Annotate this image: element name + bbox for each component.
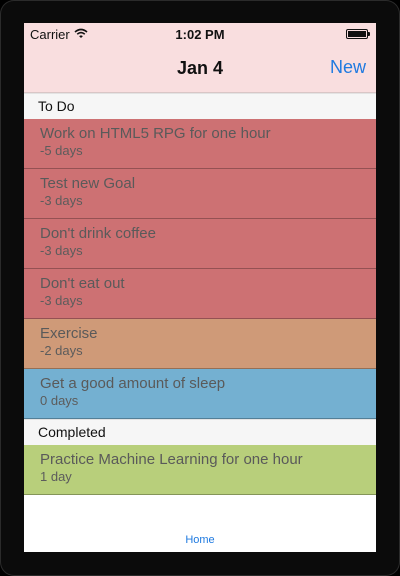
- tab-bar: Home: [24, 528, 376, 552]
- list-item-title: Exercise: [40, 325, 98, 342]
- list-item[interactable]: Practice Machine Learning for one hour 1 …: [24, 445, 376, 495]
- list-item-subtitle: 1 day: [40, 469, 72, 484]
- status-time: 1:02 PM: [175, 27, 225, 42]
- status-bar: Carrier 1:02 PM: [24, 23, 376, 45]
- section-header: To Do: [24, 93, 376, 119]
- list-item[interactable]: Test new Goal -3 days: [24, 169, 376, 219]
- page-title: Jan 4: [176, 58, 224, 78]
- list-item-subtitle: -2 days: [40, 343, 83, 358]
- list-item[interactable]: Work on HTML5 RPG for one hour -5 days: [24, 119, 376, 169]
- navigation-bar: Jan 4 New: [24, 45, 376, 93]
- battery-level: [348, 31, 366, 37]
- list-item-subtitle: -5 days: [40, 143, 83, 158]
- list-item[interactable]: Exercise -2 days: [24, 319, 376, 369]
- list-item-title: Test new Goal: [40, 175, 136, 192]
- list-item-subtitle: 0 days: [40, 393, 79, 408]
- list-item-title: Get a good amount of sleep: [40, 375, 226, 392]
- list-item-subtitle: -3 days: [40, 193, 83, 208]
- device-frame: Carrier 1:02 PM Jan 4 New To Do Work on H…: [0, 0, 400, 576]
- list-item[interactable]: Get a good amount of sleep 0 days: [24, 369, 376, 419]
- tab-home[interactable]: Home: [185, 534, 214, 546]
- new-button[interactable]: New: [330, 57, 366, 78]
- app-screen: Carrier 1:02 PM Jan 4 New To Do Work on H…: [24, 23, 376, 552]
- goal-list: To Do Work on HTML5 RPG for one hour -5 da…: [24, 93, 376, 495]
- list-item[interactable]: Don't eat out -3 days: [24, 269, 376, 319]
- list-item-subtitle: -3 days: [40, 243, 83, 258]
- list-item[interactable]: Don't drink coffee -3 days: [24, 219, 376, 269]
- section-header: Completed: [24, 419, 376, 445]
- list-item-subtitle: -3 days: [40, 293, 83, 308]
- list-item-title: Practice Machine Learning for one hour: [40, 451, 303, 468]
- battery-icon: [346, 29, 370, 39]
- list-item-title: Don't eat out: [40, 275, 125, 292]
- list-item-title: Don't drink coffee: [40, 225, 156, 242]
- list-item-title: Work on HTML5 RPG for one hour: [40, 125, 271, 142]
